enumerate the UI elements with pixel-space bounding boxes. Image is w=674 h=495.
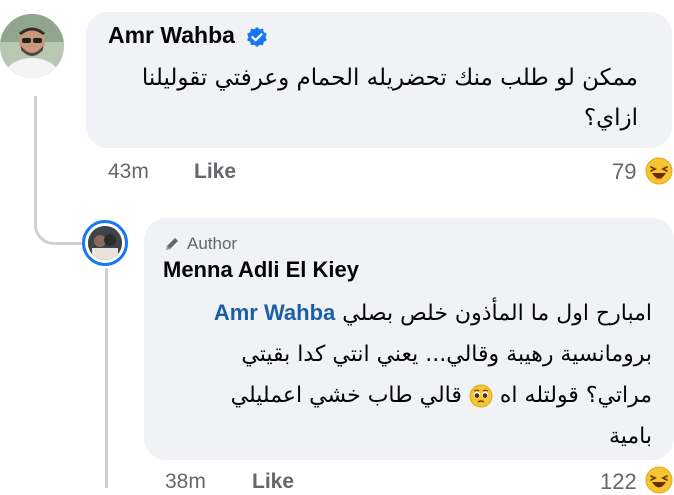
reply-timestamp[interactable]: 38m [165, 470, 206, 494]
mention-amr-wahba[interactable]: Amr Wahba [214, 300, 335, 325]
comment-author-name[interactable]: Amr Wahba [108, 22, 235, 49]
comment-text-line-2: ازاي؟ [583, 105, 638, 131]
pleading-face-icon [469, 384, 493, 408]
reply-line3-part-a: مراتي؟ قولتله اه [499, 383, 652, 408]
reply-like-button[interactable]: Like [252, 470, 294, 494]
haha-emoji-icon[interactable] [645, 157, 673, 185]
comment-timestamp[interactable]: 43m [108, 160, 149, 184]
reply-text-line-1: امبارح اول ما المأذون خلص بصلي Amr Wahba [160, 292, 652, 334]
reply-author-name[interactable]: Menna Adli El Kiey [163, 257, 359, 283]
reply-line1-text: امبارح اول ما المأذون خلص بصلي [342, 301, 652, 326]
comment-text: ممكن لو طلب منك تحضريله الحمام وعرفتي تق… [118, 58, 638, 138]
author-badge-label: Author [187, 234, 238, 253]
verified-badge-icon [247, 27, 267, 47]
pencil-icon [166, 238, 178, 250]
comment-like-button[interactable]: Like [194, 160, 236, 184]
comment-text-line-1: ممكن لو طلب منك تحضريله الحمام وعرفتي تق… [141, 65, 638, 91]
reply-text: امبارح اول ما المأذون خلص بصلي Amr Wahba… [160, 292, 652, 457]
reply-thread-line [105, 268, 108, 488]
menna-adli-avatar[interactable] [88, 226, 122, 260]
reply-line3-part-b: قالي طاب خشي اعمليلي [230, 383, 462, 408]
reply-text-line-2: برومانسية رهيبة وقالي... يعني انتي كدا ب… [241, 342, 652, 367]
reply-haha-emoji-icon[interactable] [645, 466, 673, 494]
thread-line-connector [34, 198, 89, 245]
amr-wahba-avatar[interactable] [0, 14, 64, 78]
author-badge: Author [163, 234, 237, 254]
reply-text-line-4: بامية [608, 424, 652, 449]
reply-text-line-3: مراتي؟ قولتله اه قالي طاب خشي اعمليلي [160, 375, 652, 416]
reply-reaction-count[interactable]: 122 [600, 469, 637, 495]
comment-reaction-count[interactable]: 79 [612, 159, 636, 185]
